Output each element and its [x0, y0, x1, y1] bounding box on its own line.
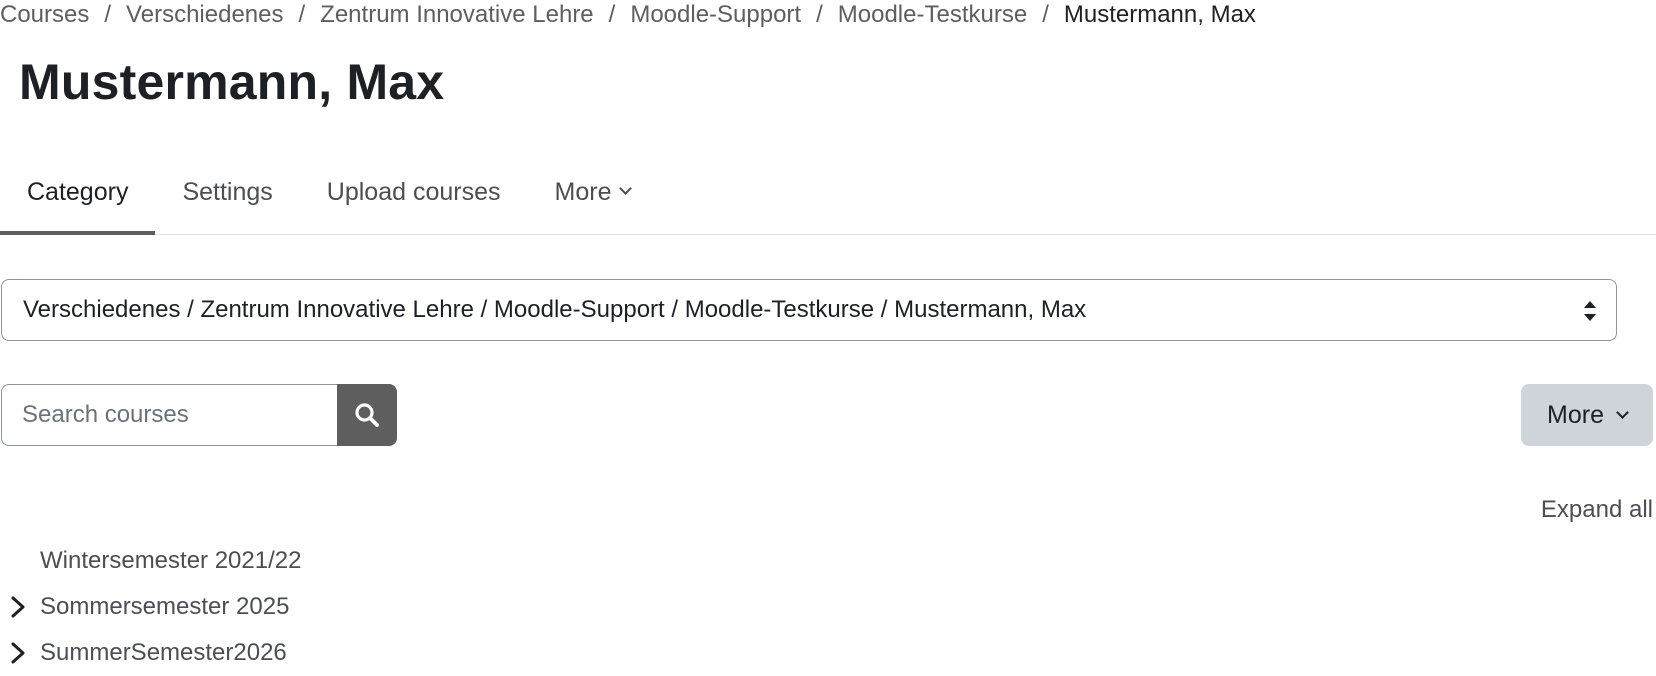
more-actions-button[interactable]: More — [1521, 384, 1653, 446]
breadcrumb-separator: / — [1042, 1, 1049, 28]
breadcrumb-verschiedenes[interactable]: Verschiedenes — [126, 1, 283, 29]
tab-more[interactable]: More — [528, 150, 658, 234]
tab-settings[interactable]: Settings — [155, 150, 299, 234]
breadcrumb-separator: / — [298, 1, 306, 28]
secondary-navigation: Category Settings Upload courses More — [0, 150, 1656, 235]
breadcrumb-courses[interactable]: Courses — [0, 1, 89, 29]
category-item: Sommersemester 2025 — [0, 584, 301, 630]
tab-category[interactable]: Category — [0, 150, 156, 235]
breadcrumb-separator: / — [816, 1, 823, 28]
chevron-right-icon[interactable] — [4, 639, 32, 667]
category-link[interactable]: SummerSemester2026 — [40, 639, 287, 667]
tab-upload-courses[interactable]: Upload courses — [300, 150, 528, 234]
category-select[interactable]: Verschiedenes / Zentrum Innovative Lehre… — [1, 279, 1617, 341]
tab-label: Upload courses — [326, 177, 501, 206]
chevron-right-icon[interactable] — [4, 593, 32, 621]
breadcrumb-moodle-support[interactable]: Moodle-Support — [630, 1, 801, 29]
category-tree: Wintersemester 2021/22 Sommersemester 20… — [0, 538, 301, 676]
breadcrumb-zentrum-innovative-lehre[interactable]: Zentrum Innovative Lehre — [320, 1, 593, 29]
search-icon — [355, 403, 379, 427]
more-actions-label: More — [1547, 400, 1604, 429]
category-item: SummerSemester2026 — [0, 630, 301, 676]
tab-label: Category — [27, 177, 129, 206]
breadcrumb: Courses / Verschiedenes / Zentrum Innova… — [0, 0, 1256, 30]
breadcrumb-separator: / — [104, 1, 112, 28]
expand-all-link[interactable]: Expand all — [1541, 496, 1653, 524]
category-item: Wintersemester 2021/22 — [0, 538, 301, 584]
chevron-down-icon — [619, 181, 633, 195]
category-select-value: Verschiedenes / Zentrum Innovative Lehre… — [23, 296, 1087, 323]
breadcrumb-current: Mustermann, Max — [1063, 1, 1256, 28]
search-button[interactable] — [337, 384, 397, 446]
search-input[interactable] — [1, 384, 337, 446]
course-category-page: Courses / Verschiedenes / Zentrum Innova… — [0, 0, 1656, 676]
breadcrumb-moodle-testkurse[interactable]: Moodle-Testkurse — [838, 1, 1027, 29]
tab-label: More — [554, 177, 612, 206]
category-link[interactable]: Wintersemester 2021/22 — [40, 547, 301, 575]
tab-label: Settings — [182, 177, 273, 206]
course-search — [1, 384, 397, 446]
category-link[interactable]: Sommersemester 2025 — [40, 593, 289, 621]
page-title: Mustermann, Max — [19, 54, 445, 110]
chevron-down-icon — [1616, 405, 1629, 419]
sort-arrows-icon — [1584, 301, 1596, 321]
breadcrumb-separator: / — [608, 1, 616, 28]
